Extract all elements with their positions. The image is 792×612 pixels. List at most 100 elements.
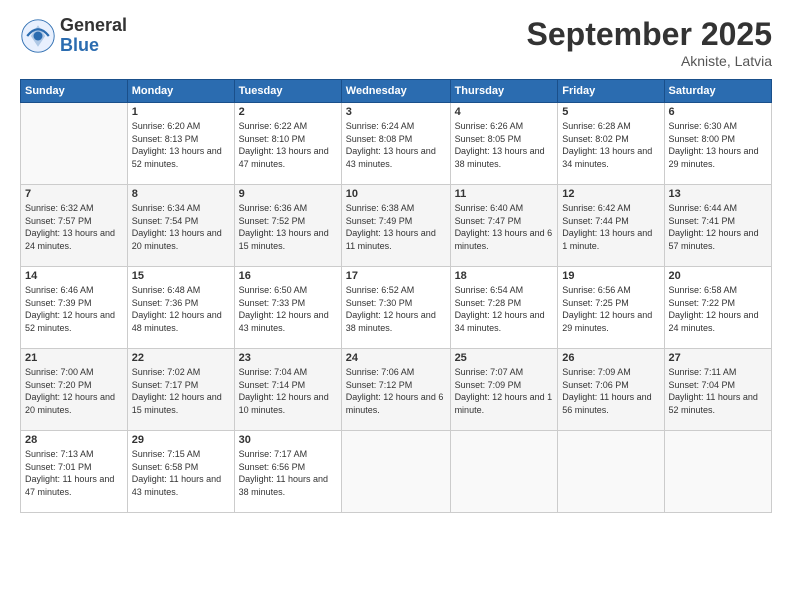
weekday-header: Monday: [127, 80, 234, 103]
calendar-cell: 6 Sunrise: 6:30 AM Sunset: 8:00 PM Daylig…: [664, 103, 771, 185]
calendar-cell: [558, 431, 664, 513]
calendar-cell: 26 Sunrise: 7:09 AM Sunset: 7:06 PM Dayli…: [558, 349, 664, 431]
day-number: 27: [669, 352, 767, 364]
month-title: September 2025: [527, 16, 772, 53]
day-number: 16: [239, 270, 337, 282]
weekday-header: Tuesday: [234, 80, 341, 103]
day-info: Sunrise: 6:50 AM Sunset: 7:33 PM Dayligh…: [239, 284, 337, 334]
calendar-cell: 27 Sunrise: 7:11 AM Sunset: 7:04 PM Dayli…: [664, 349, 771, 431]
calendar-cell: 2 Sunrise: 6:22 AM Sunset: 8:10 PM Daylig…: [234, 103, 341, 185]
day-number: 25: [455, 352, 554, 364]
calendar-cell: [21, 103, 128, 185]
day-number: 21: [25, 352, 123, 364]
logo: General Blue: [20, 16, 127, 56]
day-info: Sunrise: 6:34 AM Sunset: 7:54 PM Dayligh…: [132, 202, 230, 252]
day-number: 26: [562, 352, 659, 364]
day-info: Sunrise: 6:52 AM Sunset: 7:30 PM Dayligh…: [346, 284, 446, 334]
calendar-cell: 29Sunrise: 7:15 AM Sunset: 6:58 PM Dayli…: [127, 431, 234, 513]
calendar-cell: 18Sunrise: 6:54 AM Sunset: 7:28 PM Dayli…: [450, 267, 558, 349]
calendar-cell: 13Sunrise: 6:44 AM Sunset: 7:41 PM Dayli…: [664, 185, 771, 267]
calendar-cell: [450, 431, 558, 513]
calendar-cell: 4Sunrise: 6:26 AM Sunset: 8:05 PM Daylig…: [450, 103, 558, 185]
day-info: Sunrise: 7:13 AM Sunset: 7:01 PM Dayligh…: [25, 448, 123, 498]
day-info: Sunrise: 7:07 AM Sunset: 7:09 PM Dayligh…: [455, 366, 554, 416]
day-info: Sunrise: 6:32 AM Sunset: 7:57 PM Dayligh…: [25, 202, 123, 252]
logo-text: General Blue: [60, 16, 127, 56]
day-info: Sunrise: 7:06 AM Sunset: 7:12 PM Dayligh…: [346, 366, 446, 416]
day-info: Sunrise: 6:48 AM Sunset: 7:36 PM Dayligh…: [132, 284, 230, 334]
day-info: Sunrise: 6:26 AM Sunset: 8:05 PM Dayligh…: [455, 120, 554, 170]
calendar-cell: [341, 431, 450, 513]
day-info: Sunrise: 6:24 AM Sunset: 8:08 PM Dayligh…: [346, 120, 446, 170]
page-header: General Blue September 2025 Akniste, Lat…: [20, 16, 772, 69]
day-info: Sunrise: 6:58 AM Sunset: 7:22 PM Dayligh…: [669, 284, 767, 334]
calendar-cell: 1Sunrise: 6:20 AM Sunset: 8:13 PM Daylig…: [127, 103, 234, 185]
day-number: 2: [239, 106, 337, 118]
weekday-header: Thursday: [450, 80, 558, 103]
logo-blue: Blue: [60, 36, 127, 56]
day-info: Sunrise: 7:17 AM Sunset: 6:56 PM Dayligh…: [239, 448, 337, 498]
weekday-header: Saturday: [664, 80, 771, 103]
day-info: Sunrise: 6:22 AM Sunset: 8:10 PM Dayligh…: [239, 120, 337, 170]
calendar-cell: 9 Sunrise: 6:36 AM Sunset: 7:52 PM Daylig…: [234, 185, 341, 267]
weekday-header: Friday: [558, 80, 664, 103]
calendar-cell: 22Sunrise: 7:02 AM Sunset: 7:17 PM Dayli…: [127, 349, 234, 431]
day-number: 11: [455, 188, 554, 200]
calendar-cell: 28 Sunrise: 7:13 AM Sunset: 7:01 PM Dayli…: [21, 431, 128, 513]
calendar-cell: 23 Sunrise: 7:04 AM Sunset: 7:14 PM Dayli…: [234, 349, 341, 431]
day-info: Sunrise: 7:00 AM Sunset: 7:20 PM Dayligh…: [25, 366, 123, 416]
calendar-cell: 10 Sunrise: 6:38 AM Sunset: 7:49 PM Dayli…: [341, 185, 450, 267]
day-number: 20: [669, 270, 767, 282]
day-info: Sunrise: 7:11 AM Sunset: 7:04 PM Dayligh…: [669, 366, 767, 416]
day-info: Sunrise: 7:09 AM Sunset: 7:06 PM Dayligh…: [562, 366, 659, 416]
day-number: 10: [346, 188, 446, 200]
weekday-header: Sunday: [21, 80, 128, 103]
calendar-cell: 7 Sunrise: 6:32 AM Sunset: 7:57 PM Daylig…: [21, 185, 128, 267]
title-area: September 2025 Akniste, Latvia: [527, 16, 772, 69]
location: Akniste, Latvia: [527, 53, 772, 69]
calendar-cell: 19Sunrise: 6:56 AM Sunset: 7:25 PM Dayli…: [558, 267, 664, 349]
calendar-cell: 16 Sunrise: 6:50 AM Sunset: 7:33 PM Dayli…: [234, 267, 341, 349]
day-number: 7: [25, 188, 123, 200]
calendar-week-row: 7 Sunrise: 6:32 AM Sunset: 7:57 PM Daylig…: [21, 185, 772, 267]
calendar-cell: 3 Sunrise: 6:24 AM Sunset: 8:08 PM Daylig…: [341, 103, 450, 185]
day-number: 9: [239, 188, 337, 200]
day-number: 17: [346, 270, 446, 282]
day-info: Sunrise: 6:36 AM Sunset: 7:52 PM Dayligh…: [239, 202, 337, 252]
calendar-cell: 11 Sunrise: 6:40 AM Sunset: 7:47 PM Dayli…: [450, 185, 558, 267]
calendar-week-row: 1Sunrise: 6:20 AM Sunset: 8:13 PM Daylig…: [21, 103, 772, 185]
day-number: 12: [562, 188, 659, 200]
day-number: 24: [346, 352, 446, 364]
day-number: 6: [669, 106, 767, 118]
day-info: Sunrise: 7:15 AM Sunset: 6:58 PM Dayligh…: [132, 448, 230, 498]
day-info: Sunrise: 7:04 AM Sunset: 7:14 PM Dayligh…: [239, 366, 337, 416]
calendar-cell: 12Sunrise: 6:42 AM Sunset: 7:44 PM Dayli…: [558, 185, 664, 267]
day-info: Sunrise: 6:28 AM Sunset: 8:02 PM Dayligh…: [562, 120, 659, 170]
calendar-cell: 30 Sunrise: 7:17 AM Sunset: 6:56 PM Dayli…: [234, 431, 341, 513]
day-number: 19: [562, 270, 659, 282]
day-number: 22: [132, 352, 230, 364]
calendar-cell: 15Sunrise: 6:48 AM Sunset: 7:36 PM Dayli…: [127, 267, 234, 349]
calendar-cell: 21 Sunrise: 7:00 AM Sunset: 7:20 PM Dayli…: [21, 349, 128, 431]
day-number: 5: [562, 106, 659, 118]
calendar-cell: 8 Sunrise: 6:34 AM Sunset: 7:54 PM Daylig…: [127, 185, 234, 267]
day-info: Sunrise: 6:38 AM Sunset: 7:49 PM Dayligh…: [346, 202, 446, 252]
calendar-cell: 25 Sunrise: 7:07 AM Sunset: 7:09 PM Dayli…: [450, 349, 558, 431]
day-info: Sunrise: 6:30 AM Sunset: 8:00 PM Dayligh…: [669, 120, 767, 170]
day-number: 3: [346, 106, 446, 118]
logo-general: General: [60, 16, 127, 36]
calendar-week-row: 28 Sunrise: 7:13 AM Sunset: 7:01 PM Dayli…: [21, 431, 772, 513]
calendar-cell: 5 Sunrise: 6:28 AM Sunset: 8:02 PM Daylig…: [558, 103, 664, 185]
weekday-header-row: SundayMondayTuesdayWednesdayThursdayFrid…: [21, 80, 772, 103]
day-number: 30: [239, 434, 337, 446]
day-number: 23: [239, 352, 337, 364]
calendar-cell: 24 Sunrise: 7:06 AM Sunset: 7:12 PM Dayli…: [341, 349, 450, 431]
calendar-cell: [664, 431, 771, 513]
day-number: 14: [25, 270, 123, 282]
day-info: Sunrise: 6:44 AM Sunset: 7:41 PM Dayligh…: [669, 202, 767, 252]
logo-icon: [20, 18, 56, 54]
day-number: 8: [132, 188, 230, 200]
day-info: Sunrise: 6:40 AM Sunset: 7:47 PM Dayligh…: [455, 202, 554, 252]
calendar-cell: 14Sunrise: 6:46 AM Sunset: 7:39 PM Dayli…: [21, 267, 128, 349]
day-number: 28: [25, 434, 123, 446]
